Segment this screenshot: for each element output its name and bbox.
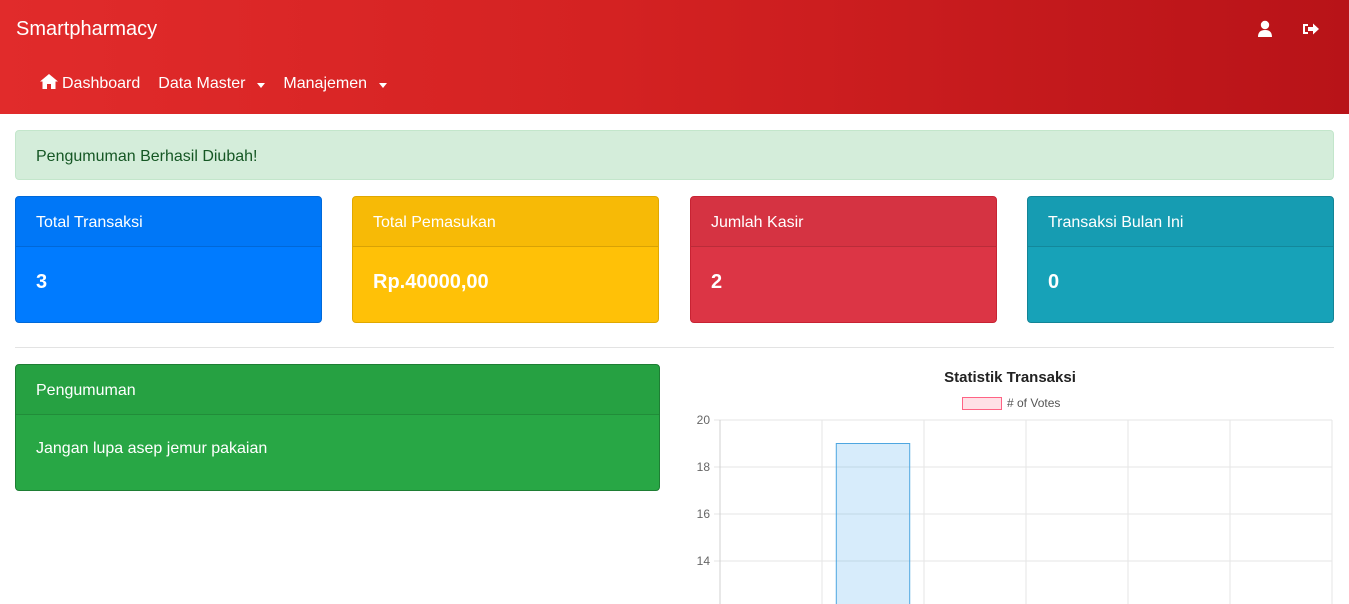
y-tick-label: 14	[697, 554, 711, 568]
user-icon[interactable]	[1255, 18, 1275, 40]
stat-card-total-transaksi: Total Transaksi 3	[15, 196, 322, 323]
stat-card-title: Transaksi Bulan Ini	[1028, 197, 1333, 247]
y-tick-label: 20	[697, 413, 711, 427]
stat-card-title: Total Pemasukan	[353, 197, 658, 247]
home-icon	[40, 74, 58, 94]
navbar: Smartpharmacy Dashboard Data Master Mana…	[0, 0, 1349, 114]
announcement-title: Pengumuman	[16, 365, 659, 415]
stat-card-total-pemasukan: Total Pemasukan Rp.40000,00	[352, 196, 659, 323]
chart-bar	[835, 443, 911, 604]
nav-data-master-dropdown[interactable]: Data Master	[158, 75, 266, 93]
caret-down-icon	[379, 82, 388, 88]
stat-card-title: Total Transaksi	[16, 197, 321, 247]
stat-card-value: 0	[1048, 271, 1060, 293]
brand-logo[interactable]: Smartpharmacy	[16, 18, 157, 41]
caret-down-icon	[257, 82, 266, 88]
navbar-right	[1255, 18, 1321, 40]
chart-plot-area: 20 18 16 14	[697, 413, 1333, 604]
y-tick-label: 16	[697, 507, 711, 521]
stat-card-title: Jumlah Kasir	[691, 197, 996, 247]
nav-manajemen-dropdown[interactable]: Manajemen	[283, 75, 388, 93]
success-alert: Pengumuman Berhasil Diubah!	[15, 130, 1334, 180]
section-divider	[15, 347, 1334, 348]
nav-data-master-label: Data Master	[158, 75, 246, 92]
stat-card-jumlah-kasir: Jumlah Kasir 2	[690, 196, 997, 323]
announcement-card: Pengumuman Jangan lupa asep jemur pakaia…	[15, 364, 660, 491]
y-tick-label: 18	[697, 460, 711, 474]
stat-card-value: 2	[711, 271, 723, 293]
nav-links: Dashboard Data Master Manajemen	[40, 74, 388, 94]
announcement-body: Jangan lupa asep jemur pakaian	[36, 440, 268, 457]
nav-dashboard[interactable]: Dashboard	[40, 74, 140, 94]
sign-out-icon[interactable]	[1301, 18, 1321, 40]
nav-manajemen-label: Manajemen	[283, 75, 368, 92]
stat-card-transaksi-bulan-ini: Transaksi Bulan Ini 0	[1027, 196, 1334, 323]
stat-card-value: 3	[36, 271, 48, 293]
stat-card-value: Rp.40000,00	[373, 271, 489, 293]
nav-dashboard-label: Dashboard	[62, 75, 141, 92]
transaction-chart: Statistik Transaksi # of Votes 20 18 16 14	[680, 360, 1349, 604]
